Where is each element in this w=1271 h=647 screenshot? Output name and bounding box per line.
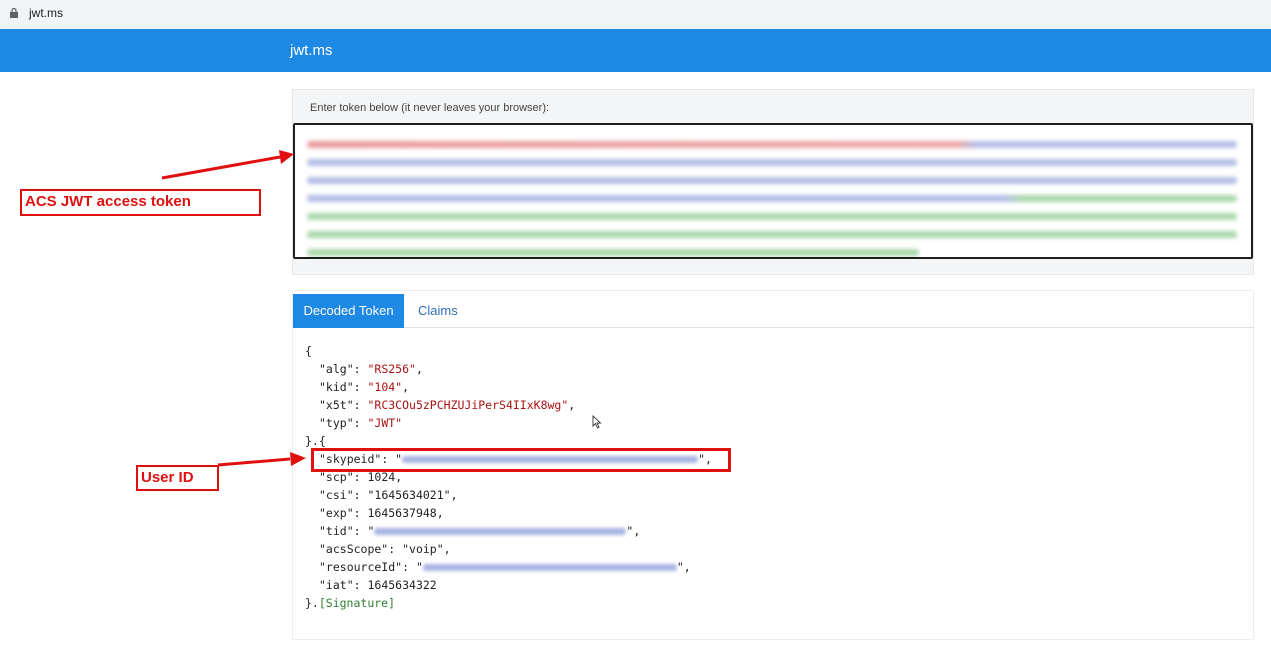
- annotation-arrows: [161, 150, 306, 467]
- userid-highlight: [311, 448, 731, 472]
- token-label: ACS JWT access token: [25, 193, 191, 210]
- userid-label: User ID: [141, 469, 194, 486]
- arrow-to-userid: [217, 452, 306, 467]
- arrow-to-token: [161, 150, 294, 180]
